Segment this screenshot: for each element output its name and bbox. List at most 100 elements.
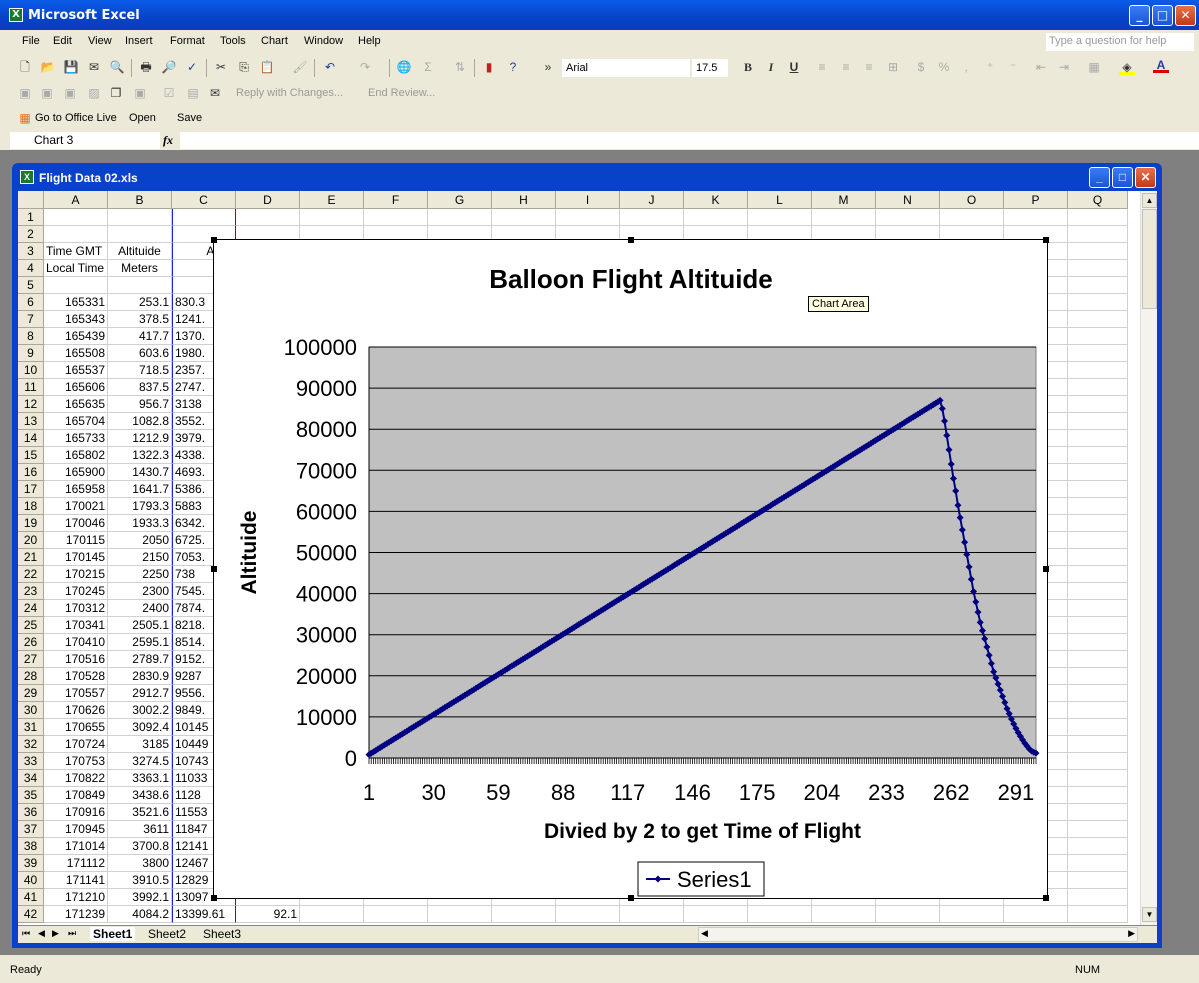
cell-b39[interactable]: 3800	[108, 855, 172, 872]
cell-d1[interactable]	[236, 209, 300, 226]
last-sheet-icon[interactable]: ⏭	[68, 928, 76, 939]
cell-a28[interactable]: 170528	[44, 668, 108, 685]
resize-handle-ne[interactable]	[1043, 237, 1049, 243]
toolbar-options-icon[interactable]: »	[540, 59, 556, 75]
workbook-close-button[interactable]: ✕	[1135, 167, 1156, 188]
cell[interactable]	[1068, 617, 1128, 634]
cell[interactable]	[1068, 838, 1128, 855]
row-header[interactable]: 22	[18, 566, 44, 583]
cell[interactable]	[1068, 753, 1128, 770]
cell[interactable]	[620, 209, 684, 226]
cell-a42[interactable]: 171239	[44, 906, 108, 923]
row-header[interactable]: 25	[18, 617, 44, 634]
align-left-icon[interactable]: ≡	[814, 59, 830, 75]
workbook-minimize-button[interactable]: _	[1089, 167, 1110, 188]
undo-icon[interactable]: ↶	[322, 59, 338, 75]
cell-a1[interactable]	[44, 209, 108, 226]
cell[interactable]	[1068, 362, 1128, 379]
next-comment-icon[interactable]: ▣	[62, 85, 78, 101]
cell-b1[interactable]	[108, 209, 172, 226]
cell-b40[interactable]: 3910.5	[108, 872, 172, 889]
save-dropdown-button[interactable]: Save	[177, 112, 202, 124]
cell-a20[interactable]: 170115	[44, 532, 108, 549]
cell-a15[interactable]: 165802	[44, 447, 108, 464]
cell-b10[interactable]: 718.5	[108, 362, 172, 379]
menu-chart[interactable]: Chart	[261, 35, 288, 47]
format-painter-icon[interactable]: 🖌	[292, 59, 308, 75]
cell-b4[interactable]: Meters	[108, 260, 172, 277]
prev-sheet-icon[interactable]: ◀	[38, 928, 45, 939]
cell[interactable]	[1068, 277, 1128, 294]
cell-a37[interactable]: 170945	[44, 821, 108, 838]
row-header[interactable]: 6	[18, 294, 44, 311]
menu-format[interactable]: Format	[170, 35, 205, 47]
cell-b2[interactable]	[108, 226, 172, 243]
fill-color-icon[interactable]: ◈	[1119, 59, 1135, 75]
search-file-icon[interactable]: 🔍	[109, 59, 125, 75]
cell-a19[interactable]: 170046	[44, 515, 108, 532]
cell-b5[interactable]	[108, 277, 172, 294]
tab-sheet1[interactable]: Sheet1	[90, 927, 136, 941]
cell-a35[interactable]: 170849	[44, 787, 108, 804]
cell[interactable]	[1068, 328, 1128, 345]
cell-b18[interactable]: 1793.3	[108, 498, 172, 515]
row-header[interactable]: 26	[18, 634, 44, 651]
cell[interactable]	[940, 209, 1004, 226]
cell-b30[interactable]: 3002.2	[108, 702, 172, 719]
cell-a39[interactable]: 171112	[44, 855, 108, 872]
cell-a32[interactable]: 170724	[44, 736, 108, 753]
cell-a10[interactable]: 165537	[44, 362, 108, 379]
column-header-f[interactable]: F	[364, 191, 428, 209]
next-sheet-icon[interactable]: ▶	[52, 928, 59, 939]
underline-icon[interactable]: U	[786, 59, 802, 75]
row-header[interactable]: 3	[18, 243, 44, 260]
cell-b36[interactable]: 3521.6	[108, 804, 172, 821]
maximize-button[interactable]: □	[1152, 5, 1173, 26]
show-all-comments-icon[interactable]: ❐	[108, 85, 124, 101]
resize-handle-nw[interactable]	[211, 237, 217, 243]
menu-tools[interactable]: Tools	[220, 35, 246, 47]
cell[interactable]	[1068, 498, 1128, 515]
cell[interactable]	[1004, 209, 1068, 226]
cell-a16[interactable]: 165900	[44, 464, 108, 481]
menu-help[interactable]: Help	[358, 35, 381, 47]
update-file-icon[interactable]: ▤	[185, 85, 201, 101]
row-header[interactable]: 18	[18, 498, 44, 515]
go-to-office-live-button[interactable]: Go to Office Live	[35, 112, 117, 124]
cell[interactable]	[364, 209, 428, 226]
embedded-chart[interactable]: 0 10000 20000 30000 40000 50000 60000 70000 8000…	[211, 237, 1049, 901]
cell-b33[interactable]: 3274.5	[108, 753, 172, 770]
cell-d42[interactable]: 92.1	[236, 906, 300, 923]
row-header[interactable]: 11	[18, 379, 44, 396]
tab-sheet3[interactable]: Sheet3	[203, 927, 241, 941]
spelling-icon[interactable]: ✓	[184, 59, 200, 75]
row-header[interactable]: 42	[18, 906, 44, 923]
cell[interactable]	[684, 209, 748, 226]
cell-b42[interactable]: 4084.2	[108, 906, 172, 923]
row-header[interactable]: 19	[18, 515, 44, 532]
cell[interactable]	[748, 209, 812, 226]
resize-handle-n[interactable]	[628, 237, 634, 243]
row-header[interactable]: 37	[18, 821, 44, 838]
cell-b13[interactable]: 1082.8	[108, 413, 172, 430]
cell-b35[interactable]: 3438.6	[108, 787, 172, 804]
scroll-left-button[interactable]: ◀	[701, 928, 708, 939]
cell-b20[interactable]: 2050	[108, 532, 172, 549]
cell-b34[interactable]: 3363.1	[108, 770, 172, 787]
cell-c1[interactable]	[172, 209, 236, 226]
cell[interactable]	[1068, 651, 1128, 668]
cell[interactable]	[556, 209, 620, 226]
cell[interactable]	[1068, 260, 1128, 277]
cell[interactable]	[1068, 413, 1128, 430]
send-to-recipient-icon[interactable]: ✉	[207, 85, 223, 101]
currency-icon[interactable]: $	[913, 59, 929, 75]
row-header[interactable]: 17	[18, 481, 44, 498]
previous-comment-icon[interactable]: ▣	[39, 85, 55, 101]
cell-a13[interactable]: 165704	[44, 413, 108, 430]
row-header[interactable]: 23	[18, 583, 44, 600]
cell[interactable]	[1068, 906, 1128, 923]
column-header-c[interactable]: C	[172, 191, 236, 209]
cell[interactable]	[1068, 226, 1128, 243]
help-search-input[interactable]: Type a question for help	[1046, 33, 1194, 51]
column-header-p[interactable]: P	[1004, 191, 1068, 209]
